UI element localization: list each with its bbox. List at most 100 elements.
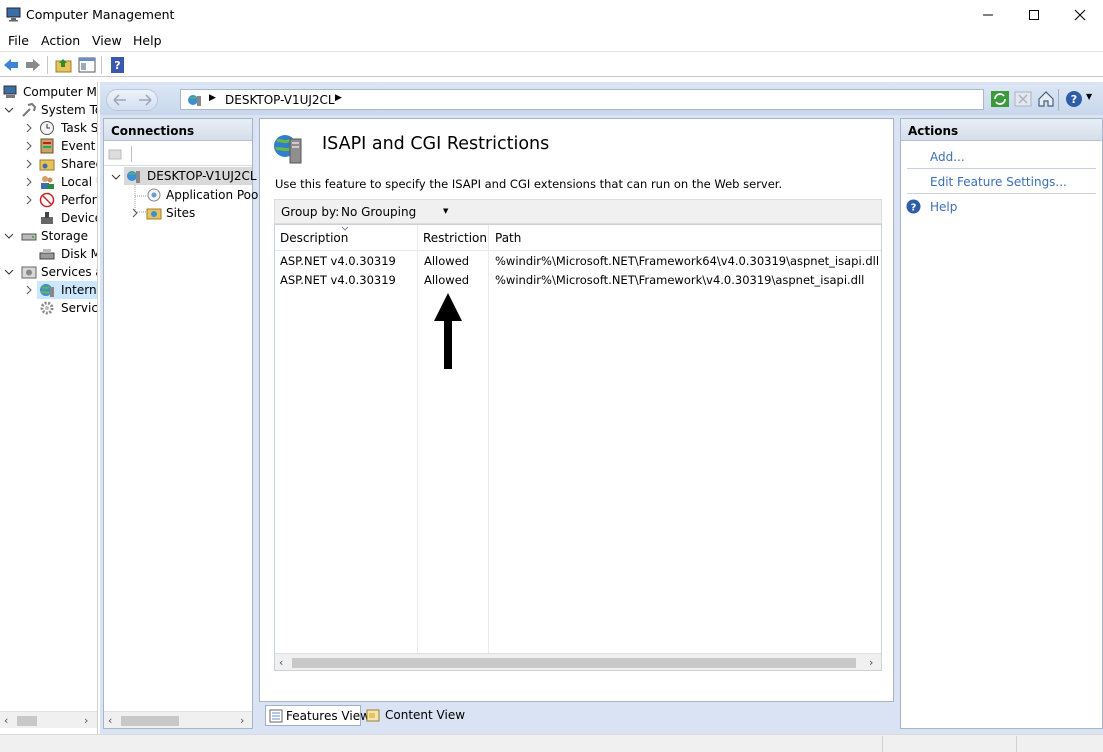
up-folder-icon[interactable]: [55, 57, 73, 73]
connections-server-item[interactable]: DESKTOP-V1UJ2CL (: [124, 167, 265, 185]
action-divider: [907, 168, 1096, 169]
chevron-right-icon[interactable]: [24, 159, 34, 169]
tree-item-storage[interactable]: Storage: [0, 227, 97, 245]
tree-item-shared-folders[interactable]: Shared: [0, 155, 97, 173]
action-help-link[interactable]: Help: [930, 200, 957, 214]
svg-text:?: ?: [1071, 93, 1077, 106]
tools-icon: [22, 102, 37, 117]
home-icon[interactable]: [1037, 90, 1055, 108]
chevron-right-icon[interactable]: [130, 208, 140, 218]
chevron-right-icon[interactable]: [24, 195, 34, 205]
connections-panel: Connections DESKTOP-V1UJ2CL ( Applicatio…: [103, 118, 265, 729]
tree-item-services[interactable]: Service: [0, 299, 97, 317]
scroll-left-icon[interactable]: ‹: [279, 656, 283, 669]
tree-item-disk-management[interactable]: Disk M: [0, 245, 97, 263]
help-book-icon[interactable]: ?: [109, 57, 127, 73]
group-by-label: Group by:: [281, 205, 340, 219]
feature-description: Use this feature to specify the ISAPI an…: [275, 177, 783, 191]
scroll-right-icon[interactable]: ›: [84, 714, 88, 727]
event-viewer-icon: [40, 138, 54, 154]
actions-panel: Actions Add... Edit Feature Settings... …: [900, 118, 1103, 729]
connections-scrollbar[interactable]: ‹ ›: [104, 711, 252, 728]
scrollbar-thumb[interactable]: [292, 658, 856, 668]
action-edit-feature-settings-link[interactable]: Edit Feature Settings...: [930, 175, 1067, 189]
shared-folder-icon: [39, 159, 55, 171]
maximize-button[interactable]: [1011, 0, 1057, 30]
tree-item-computer-management[interactable]: Computer Ma: [0, 83, 97, 101]
scrollbar-thumb[interactable]: [121, 716, 179, 726]
chevron-right-icon[interactable]: [24, 177, 34, 187]
disk-icon: [39, 249, 55, 260]
status-divider: [1016, 736, 1017, 752]
column-divider: [488, 225, 489, 653]
chevron-down-icon[interactable]: [4, 231, 14, 241]
feature-panel: ISAPI and CGI Restrictions Use this feat…: [259, 118, 894, 702]
scrollbar-thumb[interactable]: [17, 716, 37, 726]
column-header-restriction[interactable]: Restriction: [418, 225, 489, 251]
stop-icon[interactable]: [1014, 91, 1032, 107]
table-row[interactable]: ASP.NET v4.0.30319 Allowed %windir%\Micr…: [275, 251, 881, 270]
action-divider: [907, 193, 1096, 194]
connections-header: Connections: [104, 119, 252, 141]
column-header-path[interactable]: Path: [490, 225, 880, 251]
help-icon[interactable]: ?: [1065, 90, 1083, 108]
scroll-right-icon[interactable]: ›: [240, 714, 244, 727]
tab-features-view[interactable]: Features View: [265, 705, 370, 726]
show-hide-console-tree-icon[interactable]: [78, 57, 96, 73]
tree-item-performance[interactable]: Perfor: [0, 191, 97, 209]
action-add-link[interactable]: Add...: [930, 150, 965, 164]
refresh-icon[interactable]: [991, 91, 1009, 107]
tree-item-event-viewer[interactable]: Event V: [0, 137, 97, 155]
tree-item-system-tools[interactable]: System To: [0, 101, 97, 119]
svg-text:?: ?: [114, 59, 120, 72]
scroll-left-icon[interactable]: ‹: [108, 714, 112, 727]
back-arrow-icon[interactable]: [2, 57, 20, 73]
toolbar: ?: [0, 53, 1103, 77]
back-arrow-icon[interactable]: [113, 94, 127, 106]
table-scrollbar[interactable]: ‹ ›: [275, 653, 881, 670]
menu-help[interactable]: Help: [133, 33, 162, 48]
tree-item-device-manager[interactable]: Device: [0, 209, 97, 227]
close-button[interactable]: [1057, 0, 1103, 30]
table-row[interactable]: ASP.NET v4.0.30319 Allowed %windir%\Micr…: [275, 270, 881, 289]
breadcrumb-arrow-icon[interactable]: ▶: [335, 93, 342, 103]
clock-icon: [40, 121, 54, 135]
menu-view[interactable]: View: [92, 33, 122, 48]
tree-item-internet-information-services[interactable]: Interne: [37, 281, 97, 299]
cell-description: ASP.NET v4.0.30319: [280, 254, 396, 268]
svg-text:?: ?: [911, 203, 917, 214]
connections-application-pools[interactable]: Application Poo: [144, 186, 258, 204]
forward-arrow-icon[interactable]: [24, 57, 42, 73]
tree-item-local-users[interactable]: Local U: [0, 173, 97, 191]
group-by-dropdown[interactable]: No Grouping ▼: [337, 202, 453, 222]
users-icon: [41, 176, 54, 189]
create-connection-icon[interactable]: [108, 147, 122, 161]
chevron-down-icon[interactable]: [4, 105, 14, 115]
tree-item-services-applications[interactable]: Services a: [0, 263, 97, 281]
menu-file[interactable]: File: [8, 33, 29, 48]
sites-folder-icon: [146, 208, 162, 220]
chevron-right-icon[interactable]: [24, 141, 34, 151]
dropdown-arrow-icon[interactable]: ▼: [1086, 92, 1092, 101]
tree-item-task-scheduler[interactable]: Task S: [0, 119, 97, 137]
isapi-cgi-icon: [274, 135, 302, 164]
console-tree-scrollbar[interactable]: ‹ ›: [0, 711, 97, 728]
restrictions-table: Description Restriction Path ASP.NET v4.…: [274, 224, 882, 671]
tab-content-view[interactable]: Content View: [365, 705, 465, 726]
scroll-right-icon[interactable]: ›: [869, 656, 873, 669]
cell-path: %windir%\Microsoft.NET\Framework64\v4.0.…: [495, 254, 880, 268]
annotation-arrow-icon: [434, 293, 462, 369]
chevron-down-icon[interactable]: [111, 172, 121, 182]
connections-sites[interactable]: Sites: [144, 204, 252, 222]
address-box[interactable]: ▶ DESKTOP-V1UJ2CL ▶: [180, 89, 984, 110]
chevron-right-icon[interactable]: [24, 285, 34, 295]
chevron-right-icon[interactable]: [24, 123, 34, 133]
forward-arrow-icon[interactable]: [138, 94, 152, 106]
chevron-down-icon[interactable]: [4, 267, 14, 277]
address-path[interactable]: DESKTOP-V1UJ2CL: [225, 93, 335, 107]
menu-action[interactable]: Action: [41, 33, 80, 48]
computer-management-icon: [6, 7, 21, 22]
window-title: Computer Management: [26, 7, 175, 22]
scroll-left-icon[interactable]: ‹: [4, 714, 8, 727]
minimize-button[interactable]: [965, 0, 1011, 30]
